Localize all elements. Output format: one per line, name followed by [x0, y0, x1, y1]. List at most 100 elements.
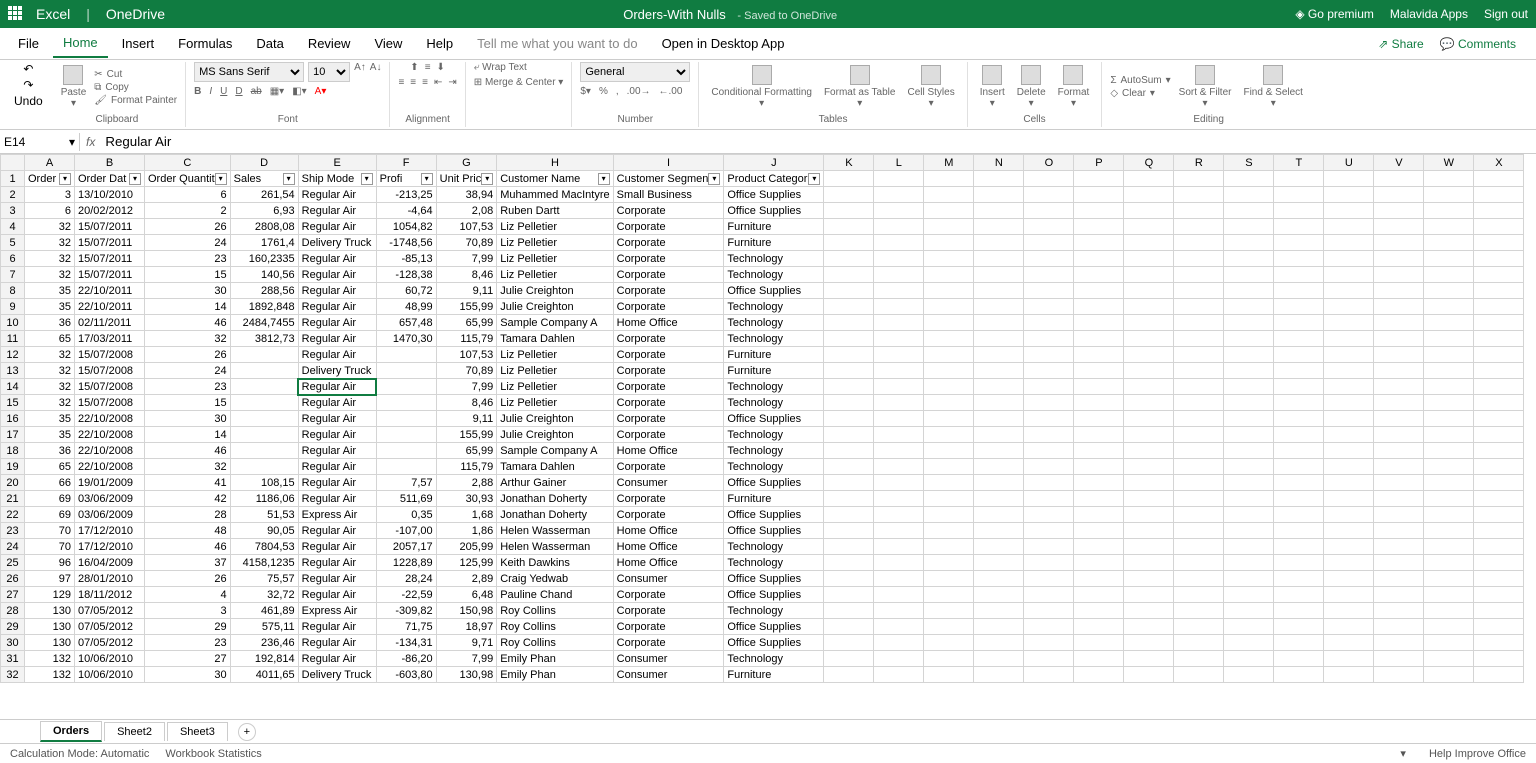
cell[interactable] — [824, 267, 874, 283]
row-header[interactable]: 29 — [1, 619, 25, 635]
cell[interactable] — [1274, 459, 1324, 475]
cell[interactable] — [1074, 395, 1124, 411]
cell[interactable]: 51,53 — [230, 507, 298, 523]
copy-button[interactable]: ⧉ Copy — [94, 82, 177, 93]
cell[interactable]: 22/10/2008 — [75, 459, 145, 475]
doc-title[interactable]: Orders-With Nulls — [623, 7, 726, 22]
cell[interactable]: Technology — [724, 651, 824, 667]
cell[interactable] — [1274, 443, 1324, 459]
cell[interactable]: Corporate — [613, 251, 724, 267]
cell[interactable]: Technology — [724, 299, 824, 315]
cell[interactable]: Express Air — [298, 507, 376, 523]
cell[interactable]: Keith Dawkins — [497, 555, 613, 571]
cell[interactable] — [1074, 331, 1124, 347]
cell[interactable] — [1124, 331, 1174, 347]
cell[interactable]: 18,97 — [436, 619, 497, 635]
cell[interactable] — [974, 395, 1024, 411]
cell[interactable] — [874, 555, 924, 571]
cell[interactable]: 17/03/2011 — [75, 331, 145, 347]
cell[interactable] — [1224, 395, 1274, 411]
cell[interactable] — [824, 347, 874, 363]
filter-dropdown-icon[interactable]: ▾ — [708, 173, 720, 185]
cell[interactable] — [230, 363, 298, 379]
cell[interactable]: 0,35 — [376, 507, 436, 523]
col-header[interactable]: S — [1224, 155, 1274, 171]
cell[interactable] — [1074, 443, 1124, 459]
cell[interactable] — [1124, 491, 1174, 507]
cell[interactable] — [1224, 443, 1274, 459]
merge-center-button[interactable]: ⊞ Merge & Center ▾ — [474, 77, 564, 88]
row-header[interactable]: 17 — [1, 427, 25, 443]
cell[interactable]: 32 — [25, 251, 75, 267]
row-header[interactable]: 20 — [1, 475, 25, 491]
cell[interactable]: 155,99 — [436, 427, 497, 443]
cell[interactable]: Regular Air — [298, 651, 376, 667]
cell[interactable]: 28,24 — [376, 571, 436, 587]
cell[interactable]: Office Supplies — [724, 507, 824, 523]
cell[interactable]: 107,53 — [436, 347, 497, 363]
row-header[interactable]: 2 — [1, 187, 25, 203]
cell[interactable] — [1174, 171, 1224, 187]
cell[interactable]: 35 — [25, 283, 75, 299]
cell[interactable] — [1274, 283, 1324, 299]
cell[interactable] — [1324, 283, 1374, 299]
fx-icon[interactable]: fx — [80, 135, 101, 149]
cell[interactable]: 15/07/2008 — [75, 363, 145, 379]
cell[interactable] — [1024, 619, 1074, 635]
cell[interactable]: Furniture — [724, 491, 824, 507]
cell[interactable] — [1224, 347, 1274, 363]
cell[interactable]: Furniture — [724, 347, 824, 363]
cell[interactable] — [974, 619, 1024, 635]
row-header[interactable]: 26 — [1, 571, 25, 587]
cell[interactable] — [1324, 347, 1374, 363]
cell[interactable] — [1074, 523, 1124, 539]
cell[interactable]: Corporate — [613, 331, 724, 347]
cell[interactable] — [376, 459, 436, 475]
cell[interactable]: Liz Pelletier — [497, 251, 613, 267]
col-header[interactable]: O — [1024, 155, 1074, 171]
cell[interactable]: 15/07/2011 — [75, 219, 145, 235]
cell[interactable] — [1124, 587, 1174, 603]
cell[interactable]: 48 — [145, 523, 231, 539]
cell[interactable]: Regular Air — [298, 635, 376, 651]
wrap-text-button[interactable]: ⤶ Wrap Text — [474, 62, 527, 73]
cell[interactable] — [1024, 571, 1074, 587]
cell[interactable] — [974, 299, 1024, 315]
cell[interactable] — [1224, 555, 1274, 571]
cell[interactable] — [1424, 395, 1474, 411]
cell[interactable] — [824, 603, 874, 619]
cell[interactable]: 1186,06 — [230, 491, 298, 507]
cell[interactable] — [1224, 539, 1274, 555]
cell[interactable]: 2,08 — [436, 203, 497, 219]
cell[interactable] — [924, 411, 974, 427]
cell[interactable] — [974, 235, 1024, 251]
filter-header-cell[interactable]: Profi▾ — [376, 171, 436, 187]
col-header[interactable]: G — [436, 155, 497, 171]
cell[interactable]: Roy Collins — [497, 635, 613, 651]
cell[interactable] — [1124, 315, 1174, 331]
cell[interactable]: Julie Creighton — [497, 427, 613, 443]
cell[interactable]: 7,99 — [436, 379, 497, 395]
cell[interactable] — [1124, 283, 1174, 299]
cell[interactable] — [1174, 267, 1224, 283]
cell[interactable] — [824, 459, 874, 475]
cell[interactable]: Office Supplies — [724, 475, 824, 491]
cell[interactable] — [1074, 203, 1124, 219]
col-header[interactable]: D — [230, 155, 298, 171]
cell[interactable]: 35 — [25, 411, 75, 427]
cell[interactable] — [874, 379, 924, 395]
cell[interactable] — [1124, 395, 1174, 411]
cell[interactable]: 30 — [145, 283, 231, 299]
cell[interactable] — [1374, 331, 1424, 347]
workbook-stats-label[interactable]: Workbook Statistics — [165, 748, 261, 760]
cell[interactable] — [824, 331, 874, 347]
cell[interactable] — [1324, 507, 1374, 523]
cell[interactable]: 23 — [145, 635, 231, 651]
row-header[interactable]: 11 — [1, 331, 25, 347]
cell[interactable]: 461,89 — [230, 603, 298, 619]
cell[interactable]: Office Supplies — [724, 635, 824, 651]
format-painter-button[interactable]: 🖌 Format Painter — [94, 95, 177, 106]
cell[interactable] — [1324, 219, 1374, 235]
cell[interactable]: Corporate — [613, 203, 724, 219]
cell[interactable]: 129 — [25, 587, 75, 603]
